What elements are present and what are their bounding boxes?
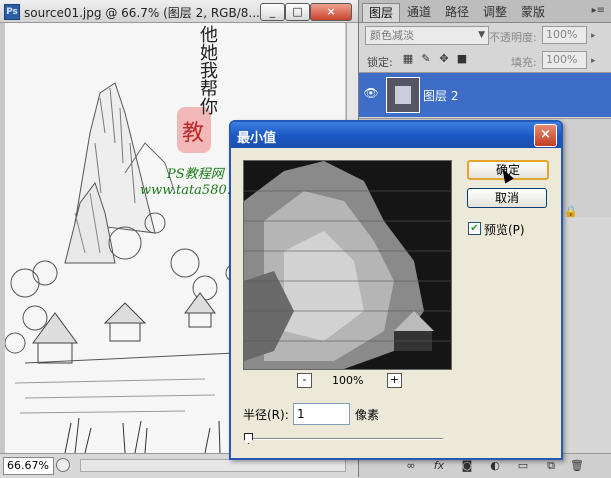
panel-menu-icon[interactable]: ▸≡ [592, 5, 605, 16]
eye-icon[interactable]: 👁 [363, 85, 379, 101]
dialog-close-button[interactable]: × [534, 124, 557, 147]
fill-input[interactable]: 100% [542, 51, 587, 69]
minimum-filter-dialog: 最小值 × - 100% + 确定 取消 ✔ 预览(P) 半径(R): 像素 [229, 120, 563, 460]
fill-label: 填充: [511, 56, 537, 69]
close-button[interactable]: × [310, 3, 352, 21]
lock-transparency-icon[interactable]: ▦ [401, 52, 415, 66]
lock-brush-icon[interactable]: ✎ [419, 52, 433, 66]
zoom-field[interactable]: 66.67% [3, 457, 54, 475]
dialog-title-bar[interactable]: 最小值 × [231, 122, 561, 148]
dialog-title: 最小值 [237, 131, 277, 146]
red-seal: 教 [182, 121, 205, 146]
opacity-arrow-icon[interactable]: ▸ [591, 31, 596, 41]
radius-input[interactable] [293, 403, 350, 425]
panel-tabs: 图层 通道 路径 调整 蒙版 ▸≡ [359, 0, 611, 23]
fill-arrow-icon[interactable]: ▸ [591, 56, 596, 66]
tab-adjustments[interactable]: 调整 [477, 3, 513, 21]
opacity-label: 不透明度: [489, 31, 537, 44]
watermark-title: PS教程网 [167, 167, 224, 182]
mask-icon[interactable]: ◙ [459, 458, 475, 474]
new-layer-icon[interactable]: ⧉ [543, 458, 559, 474]
tab-layers[interactable]: 图层 [362, 3, 400, 22]
minimize-button[interactable]: _ [260, 3, 285, 21]
unit-label: 像素 [355, 408, 380, 422]
tab-channels[interactable]: 通道 [401, 3, 437, 21]
blend-row: 颜色减淡 ▼ 不透明度: 100% ▸ [359, 23, 611, 47]
maximize-button[interactable]: □ [285, 3, 310, 21]
link-icon[interactable]: ∞ [403, 458, 419, 474]
radius-slider-track[interactable] [245, 438, 443, 440]
preview-checkbox[interactable]: ✔ [468, 222, 481, 235]
lock-label: 锁定: [367, 56, 393, 69]
layer-name[interactable]: 图层 2 [423, 87, 458, 104]
preview-image [244, 161, 451, 369]
photoshop-icon: Ps [4, 4, 20, 20]
document-title: source01.jpg @ 66.7% (图层 2, RGB/8... [24, 6, 260, 20]
horizontal-scrollbar[interactable] [80, 459, 346, 472]
tab-paths[interactable]: 路径 [439, 3, 475, 21]
opacity-input[interactable]: 100% [542, 26, 587, 44]
lock-move-icon[interactable]: ✥ [437, 52, 451, 66]
preview-zoom-label: 100% [332, 374, 364, 387]
fx-icon[interactable]: fx [431, 458, 447, 474]
layer-row-selected[interactable]: 👁 图层 2 [359, 73, 611, 117]
folder-icon[interactable]: ▭ [515, 458, 531, 474]
zoom-out-button[interactable]: - [297, 373, 312, 388]
lock-icon: 🔒 [564, 205, 578, 218]
adjustment-icon[interactable]: ◐ [487, 458, 503, 474]
document-title-bar[interactable]: Ps source01.jpg @ 66.7% (图层 2, RGB/8... … [0, 0, 358, 23]
lock-row: 锁定: ▦ ✎ ✥ ■ 填充: 100% ▸ [359, 48, 611, 73]
preview-checkbox-label[interactable]: 预览(P) [484, 221, 525, 238]
chevron-down-icon: ▼ [478, 30, 485, 40]
blend-mode-select[interactable]: 颜色减淡 ▼ [365, 26, 489, 45]
filter-preview[interactable] [243, 160, 452, 370]
radius-slider-thumb[interactable] [244, 433, 253, 444]
layer-thumbnail [386, 77, 420, 113]
blend-mode-value: 颜色减淡 [370, 29, 414, 42]
trash-icon[interactable]: 🗑 [569, 458, 585, 474]
status-menu-icon[interactable] [56, 458, 70, 472]
zoom-in-button[interactable]: + [387, 373, 402, 388]
lock-all-icon[interactable]: ■ [455, 52, 469, 66]
tab-masks[interactable]: 蒙版 [515, 3, 551, 21]
cancel-button[interactable]: 取消 [467, 188, 547, 208]
radius-label: 半径(R): [243, 408, 289, 422]
calligraphy-text: 他她我帮你 [197, 25, 218, 115]
